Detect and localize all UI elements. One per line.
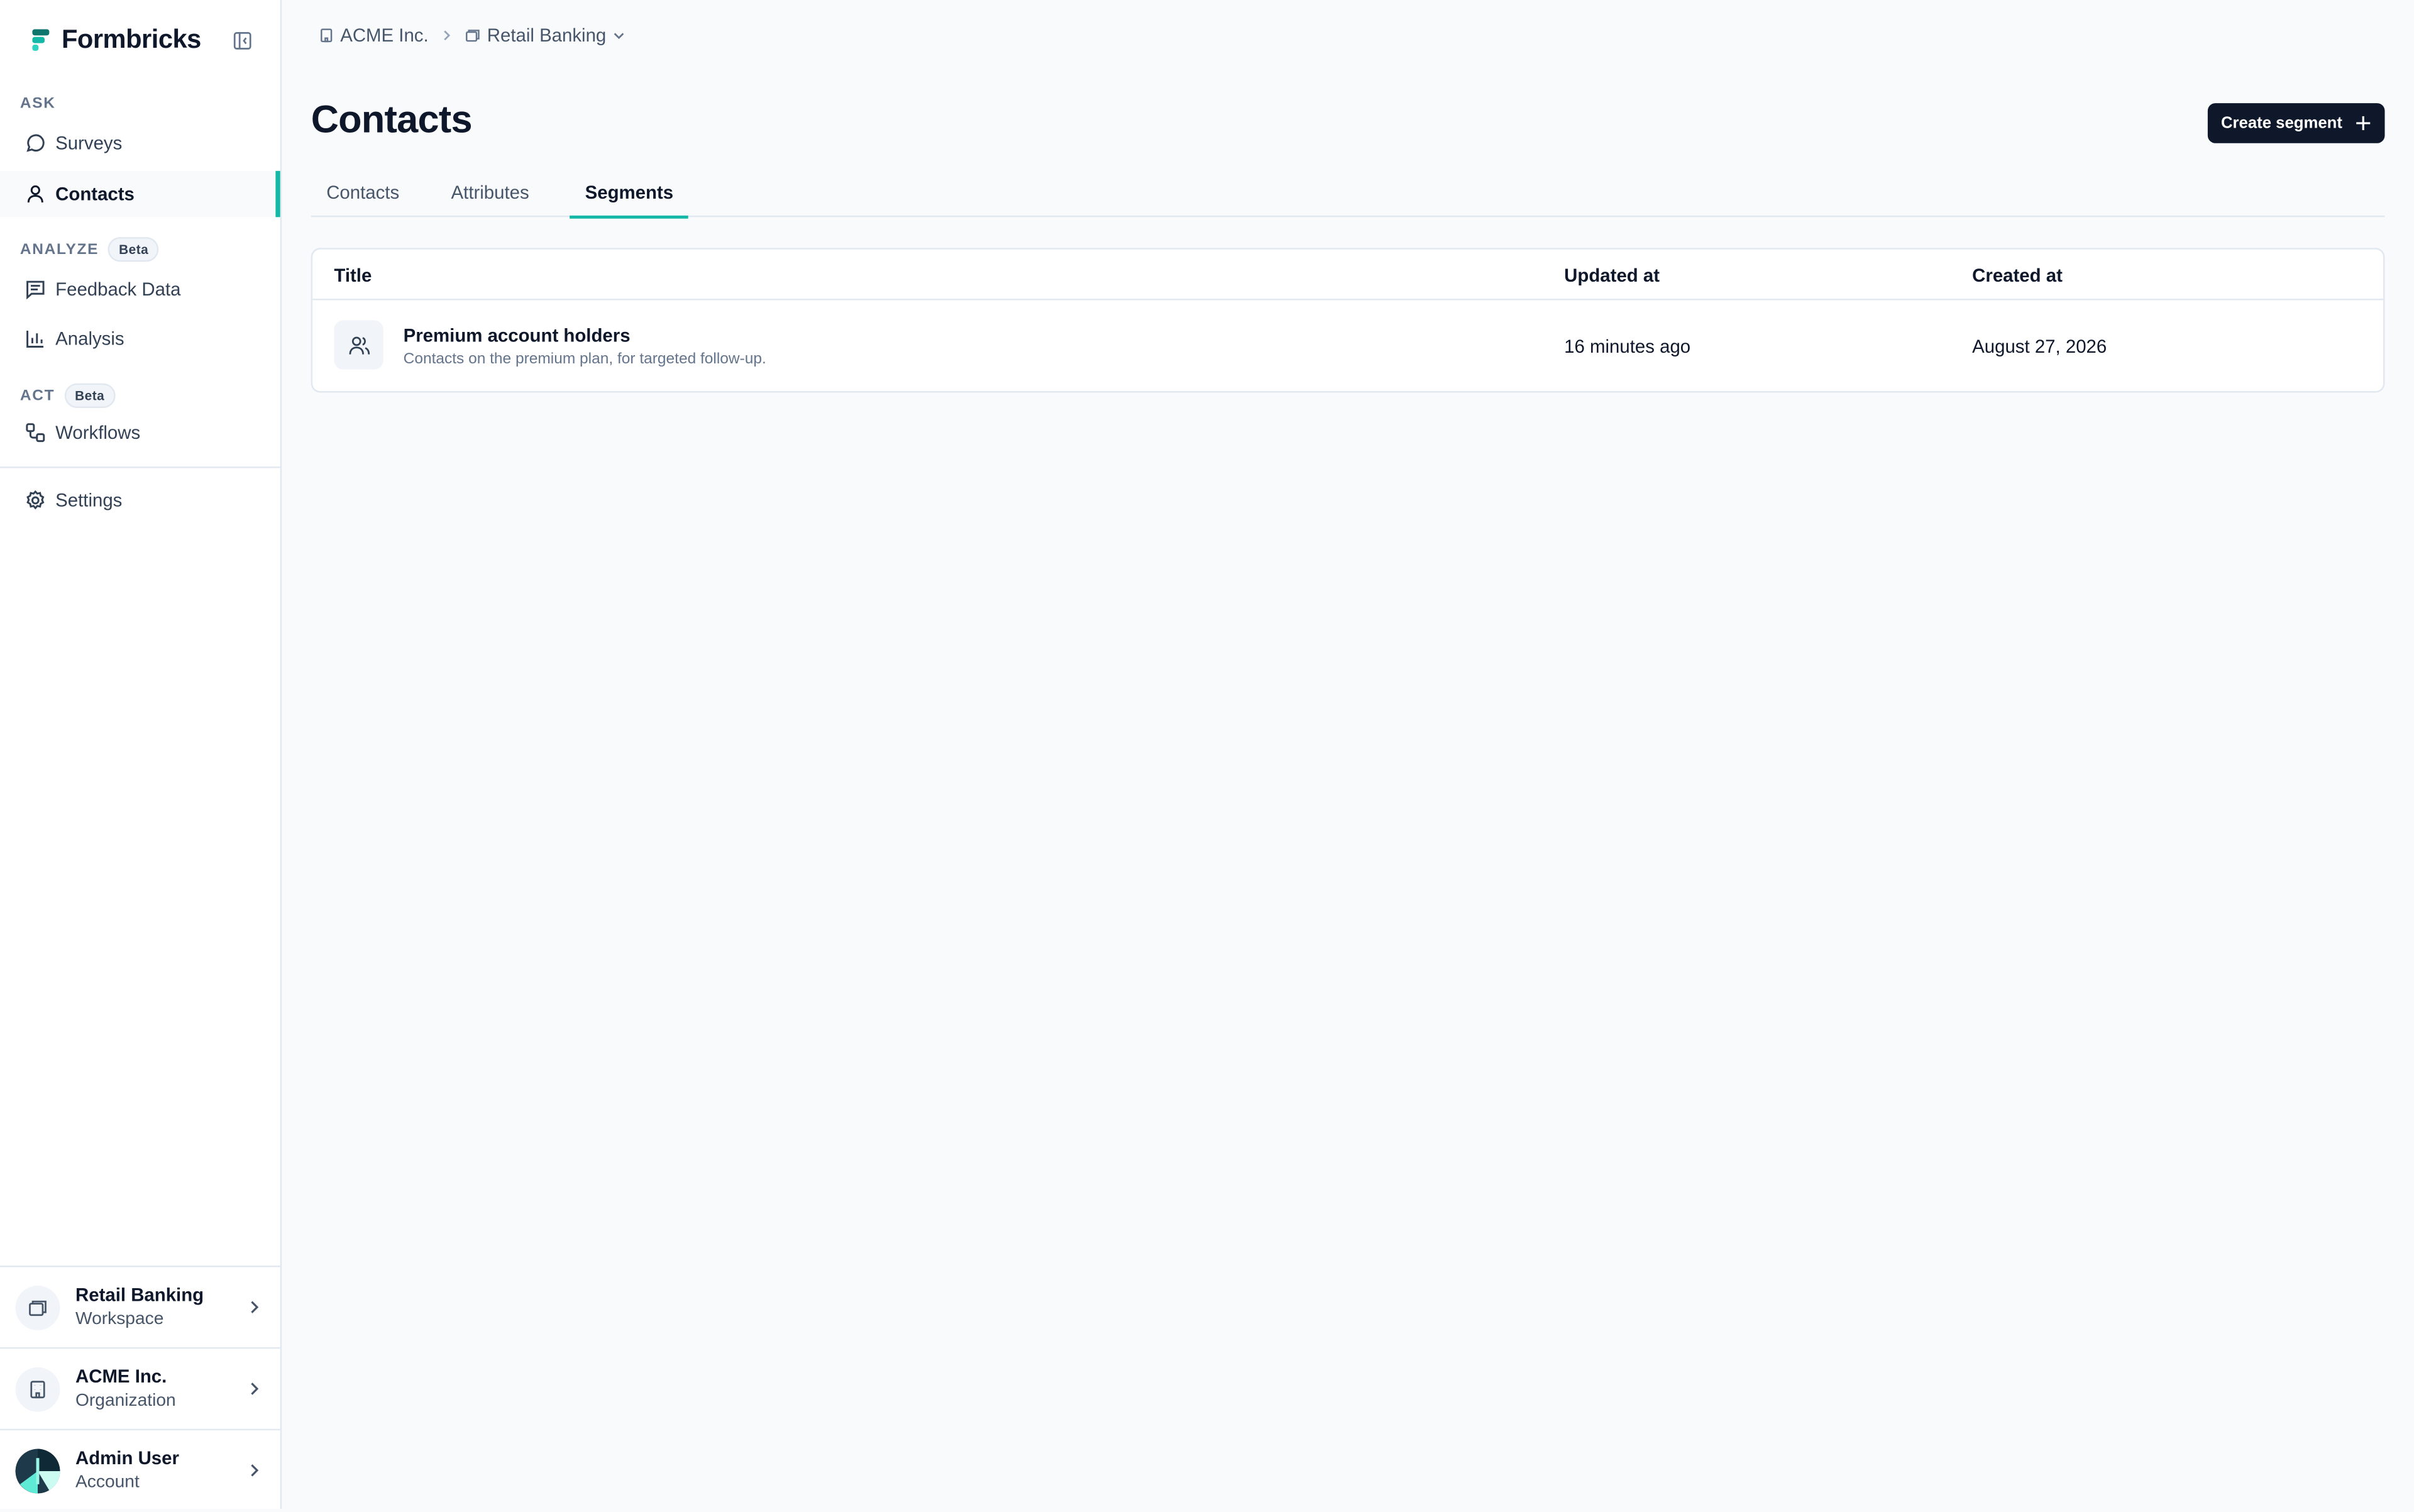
workspace-name: Retail Banking [75,1284,204,1306]
create-segment-label: Create segment [2220,114,2342,133]
tab-contacts[interactable]: Contacts [311,166,415,217]
section-label-act: ACT Beta [19,383,116,408]
table-header: Title Updated at Created at [312,250,2384,301]
table-row[interactable]: Premium account holders Contacts on the … [312,301,2383,393]
workspace-label: Workspace [75,1310,164,1329]
column-header-created[interactable]: Created at [1972,250,2063,301]
sidebar-item-settings[interactable]: Settings [0,477,280,523]
message-circle-icon [25,133,46,154]
breadcrumb-workspace-label: Retail Banking [487,25,607,47]
breadcrumb-organization-label: ACME Inc. [340,25,429,47]
account-menu[interactable]: Admin User Account [0,1430,280,1512]
brand-name: Formbricks [61,25,201,54]
users-icon [334,320,383,370]
organization-switcher[interactable]: ACME Inc. Organization [0,1349,280,1430]
section-label-analyze: ANALYZE Beta [20,237,160,262]
account-label: Account [75,1473,140,1493]
brand[interactable]: Formbricks [31,21,201,58]
segment-description: Contacts on the premium plan, for target… [403,351,766,368]
chevron-right-icon [246,1376,262,1403]
sidebar-item-contacts[interactable]: Contacts [0,170,280,218]
chevron-down-icon [612,30,625,42]
create-segment-button[interactable]: Create segment [2207,103,2385,143]
formbricks-logo-icon [32,29,50,51]
breadcrumb-workspace[interactable]: Retail Banking [465,25,624,46]
sidebar-item-feedback-data[interactable]: Feedback Data [0,267,280,312]
sidebar-item-label: Analysis [55,328,124,350]
user-icon [25,183,46,204]
folder-icon [465,28,480,43]
organization-label: Organization [75,1391,176,1411]
tab-segments[interactable]: Segments [570,166,690,219]
sidebar-item-label: Feedback Data [55,279,181,301]
column-header-title: Title [334,264,372,286]
workspace-switcher[interactable]: Retail Banking Workspace [0,1267,280,1349]
account-name: Admin User [75,1447,179,1469]
beta-badge: Beta [107,237,160,262]
sidebar-collapse-icon [233,31,251,49]
sidebar-item-label: Contacts [55,183,135,205]
avatar [15,1449,60,1494]
gear-icon [25,490,46,511]
organization-name: ACME Inc. [75,1366,167,1388]
chevron-right-icon [246,1294,262,1322]
sidebar-item-label: Workflows [55,422,141,444]
sidebar-item-analysis[interactable]: Analysis [0,316,280,361]
sidebar-item-surveys[interactable]: Surveys [0,120,280,166]
page-title: Contacts [311,98,473,142]
message-square-text-icon [25,279,46,300]
segment-updated-at: 16 minutes ago [1564,335,1691,358]
breadcrumb: ACME Inc. Retail Banking [319,21,625,49]
beta-badge: Beta [64,383,116,408]
chevron-right-icon [441,30,453,42]
chevron-right-icon [246,1457,262,1485]
workflow-icon [25,422,46,443]
sidebar-item-workflows[interactable]: Workflows [0,409,280,455]
building-icon [319,28,334,43]
sidebar: Formbricks ASK Surveys Contacts ANALYZE … [0,0,282,1509]
column-header-updated: Updated at [1564,264,1660,286]
folder-icon [15,1285,60,1330]
section-label-act-text: ACT [19,387,55,404]
segment-title: Premium account holders [403,324,631,347]
sidebar-divider [0,466,280,468]
section-label-ask: ASK [20,96,56,113]
app-root: Formbricks ASK Surveys Contacts ANALYZE … [0,0,2414,1509]
section-label-ask-text: ASK [19,95,56,113]
bar-chart-icon [25,328,46,350]
segment-created-at: August 27, 2026 [1972,335,2107,358]
tab-bar: Contacts Attributes Segments [311,166,2385,219]
section-label-analyze-text: ANALYZE [19,241,99,258]
segments-table: Title Updated at Created at Premium acco… [311,248,2385,393]
sidebar-item-label: Settings [55,489,123,512]
sidebar-item-label: Surveys [55,132,123,154]
breadcrumb-organization[interactable]: ACME Inc. [319,25,429,46]
plus-icon [2356,116,2371,131]
building-icon [15,1367,60,1412]
tab-attributes[interactable]: Attributes [436,166,544,217]
collapse-sidebar-button[interactable] [222,20,263,60]
